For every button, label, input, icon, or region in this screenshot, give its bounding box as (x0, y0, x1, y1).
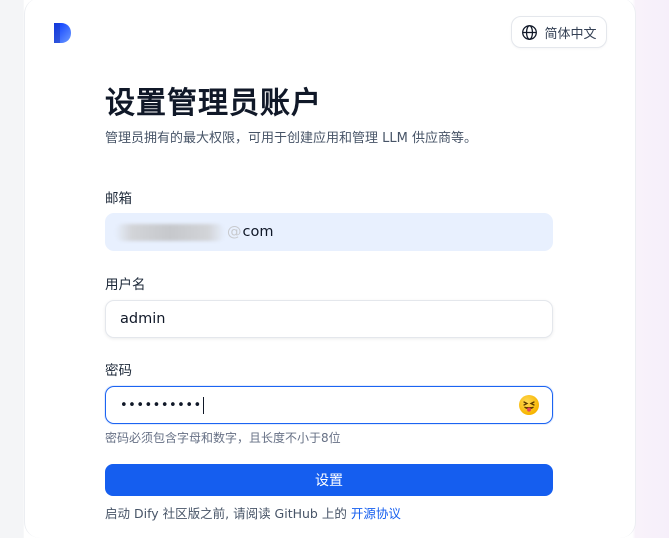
footer-text: 启动 Dify 社区版之前, 请阅读 GitHub 上的 (105, 506, 347, 521)
username-field[interactable]: admin (105, 300, 553, 338)
page-title: 设置管理员账户 (105, 86, 322, 121)
setup-submit-button[interactable]: 设置 (105, 464, 553, 496)
email-label: 邮箱 (105, 191, 132, 207)
password-field[interactable]: •••••••••• (105, 386, 553, 424)
text-caret (202, 396, 204, 414)
footer-notice: 启动 Dify 社区版之前, 请阅读 GitHub 上的 开源协议 (105, 503, 401, 522)
username-label: 用户名 (105, 277, 146, 293)
password-hint: 密码必须包含字母和数字，且长度不小于8位 (105, 431, 341, 445)
language-selector-button[interactable]: 简体中文 (511, 16, 607, 48)
email-partial-char: @ (227, 224, 242, 240)
username-value: admin (120, 311, 166, 327)
language-label: 简体中文 (544, 26, 597, 42)
password-label: 密码 (105, 363, 132, 379)
password-masked-value: •••••••••• (120, 397, 202, 413)
email-domain-suffix: com (242, 224, 274, 240)
dify-logo-icon (54, 23, 71, 43)
page-subtitle: 管理员拥有的最大权限，可用于创建应用和管理 LLM 供应商等。 (105, 131, 477, 146)
open-source-license-link[interactable]: 开源协议 (351, 506, 401, 521)
globe-icon (522, 24, 538, 40)
email-field[interactable]: @ com (105, 213, 553, 251)
password-toggle-emoji-icon[interactable] (519, 395, 539, 415)
redacted-email-part (115, 223, 225, 241)
